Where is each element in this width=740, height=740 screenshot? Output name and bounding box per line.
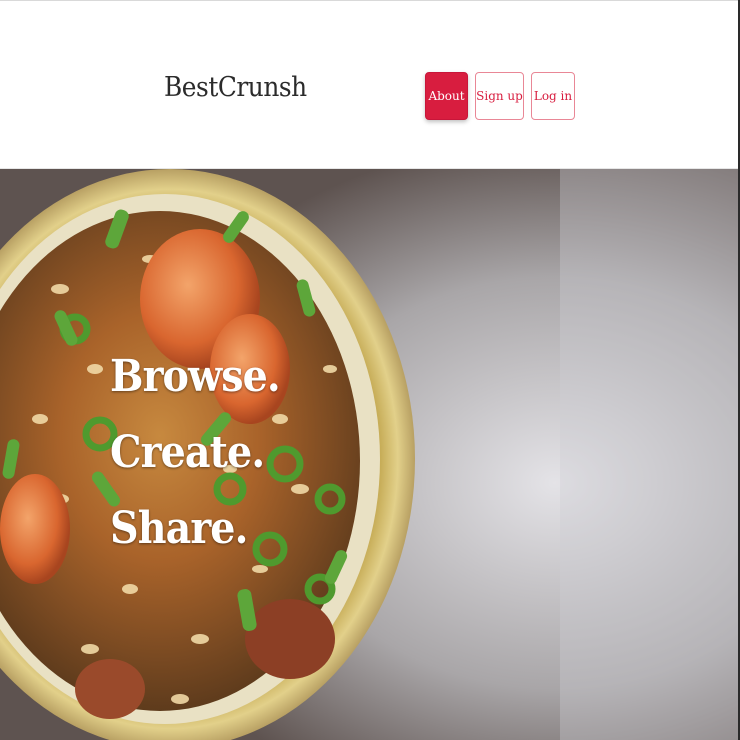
hero-line-browse: Browse.: [110, 351, 281, 402]
brand-logo[interactable]: BestCrunsh: [164, 72, 307, 103]
signup-button[interactable]: Sign up: [475, 72, 524, 120]
site-header: BestCrunsh About Sign up Log in: [0, 1, 740, 169]
login-button[interactable]: Log in: [531, 72, 575, 120]
about-button[interactable]: About: [425, 72, 468, 120]
hero-line-share: Share.: [110, 503, 248, 554]
hero-line-create: Create.: [110, 427, 265, 478]
hero-headline: Browse. Create. Share.: [110, 339, 281, 567]
page: BestCrunsh About Sign up Log in Browse. …: [0, 0, 740, 740]
hero-banner: Browse. Create. Share.: [0, 169, 740, 740]
